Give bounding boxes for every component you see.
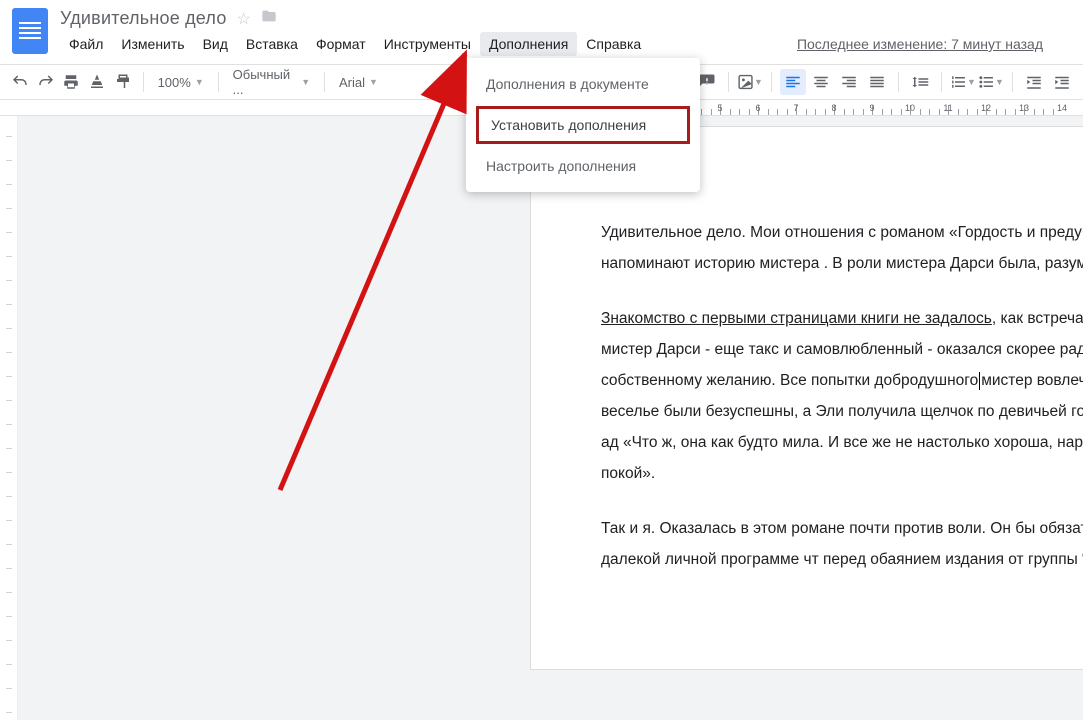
menu-tools[interactable]: Инструменты [375,32,480,56]
menu-insert[interactable]: Вставка [237,32,307,56]
paragraph[interactable]: Знакомство с первыми страницами книги не… [601,303,1083,489]
ruler-number: 8 [831,103,836,113]
menu-edit[interactable]: Изменить [112,32,193,56]
ruler-number: 7 [793,103,798,113]
insert-image-button[interactable]: ▼ [737,69,763,95]
dropdown-install-addons[interactable]: Установить дополнения [476,106,690,144]
separator [771,72,772,92]
line-spacing-button[interactable] [907,69,933,95]
numbered-list-button[interactable]: ▼ [950,69,976,95]
menu-format[interactable]: Формат [307,32,375,56]
style-value: Обычный ... [233,67,298,97]
indent-button[interactable] [1049,69,1075,95]
workspace: Удивительное дело. Мои отношения с роман… [0,116,1083,720]
menu-view[interactable]: Вид [194,32,237,56]
document-body[interactable]: Удивительное дело. Мои отношения с роман… [601,217,1083,575]
paragraph[interactable]: Так и я. Оказалась в этом романе почти п… [601,513,1083,575]
caret-down-icon: ▼ [195,77,204,87]
menu-help[interactable]: Справка [577,32,650,56]
undo-button[interactable] [8,69,32,95]
menu-addons[interactable]: Дополнения [480,32,577,56]
print-button[interactable] [59,69,83,95]
ruler-number: 12 [981,103,991,113]
caret-down-icon: ▼ [754,77,763,87]
align-right-button[interactable] [836,69,862,95]
zoom-value: 100% [158,75,191,90]
last-edit[interactable]: Последнее изменение: 7 минут назад [797,36,1043,54]
ruler-number: 11 [943,103,952,113]
align-left-button[interactable] [780,69,806,95]
star-icon[interactable]: ☆ [237,9,251,29]
ruler-number: 5 [717,103,722,113]
paint-format-button[interactable] [111,69,135,95]
ruler-number: 14 [1057,103,1067,113]
align-justify-button[interactable] [864,69,890,95]
caret-down-icon: ▼ [995,77,1004,87]
title-block: Удивительное дело ☆ Файл Изменить Вид Вс… [60,8,650,56]
document-title[interactable]: Удивительное дело [60,8,227,29]
ruler-number: 6 [755,103,760,113]
separator [218,72,219,92]
outdent-button[interactable] [1021,69,1047,95]
separator [1012,72,1013,92]
dropdown-doc-addons[interactable]: Дополнения в документе [466,66,700,102]
separator [728,72,729,92]
font-select[interactable]: Arial ▼ [333,75,384,90]
separator [898,72,899,92]
docs-logo-icon[interactable] [12,8,48,54]
menubar: Файл Изменить Вид Вставка Формат Инструм… [60,32,650,56]
last-edit-link[interactable]: Последнее изменение: 7 минут назад [797,36,1043,52]
underlined-text[interactable]: Знакомство с первыми страницами книги не… [601,310,992,327]
paragraph[interactable]: Удивительное дело. Мои отношения с роман… [601,217,1083,279]
caret-down-icon: ▼ [967,77,976,87]
separator [324,72,325,92]
style-select[interactable]: Обычный ...▼ [227,67,316,97]
ruler-number: 13 [1019,103,1029,113]
spellcheck-button[interactable] [85,69,109,95]
move-folder-icon[interactable] [261,8,277,29]
caret-down-icon: ▼ [369,77,378,87]
dropdown-configure-addons[interactable]: Настроить дополнения [466,148,700,184]
bulleted-list-button[interactable]: ▼ [978,69,1004,95]
document-page[interactable]: Удивительное дело. Мои отношения с роман… [530,126,1083,670]
ruler-number: 9 [869,103,874,113]
redo-button[interactable] [34,69,58,95]
font-value: Arial [339,75,365,90]
outline-strip [0,116,18,720]
separator [143,72,144,92]
addons-dropdown: Дополнения в документе Установить дополн… [466,58,700,192]
zoom-select[interactable]: 100% ▼ [152,75,210,90]
separator [941,72,942,92]
ruler-number: 10 [905,103,915,113]
caret-down-icon: ▼ [301,77,310,87]
align-center-button[interactable] [808,69,834,95]
menu-file[interactable]: Файл [60,32,112,56]
